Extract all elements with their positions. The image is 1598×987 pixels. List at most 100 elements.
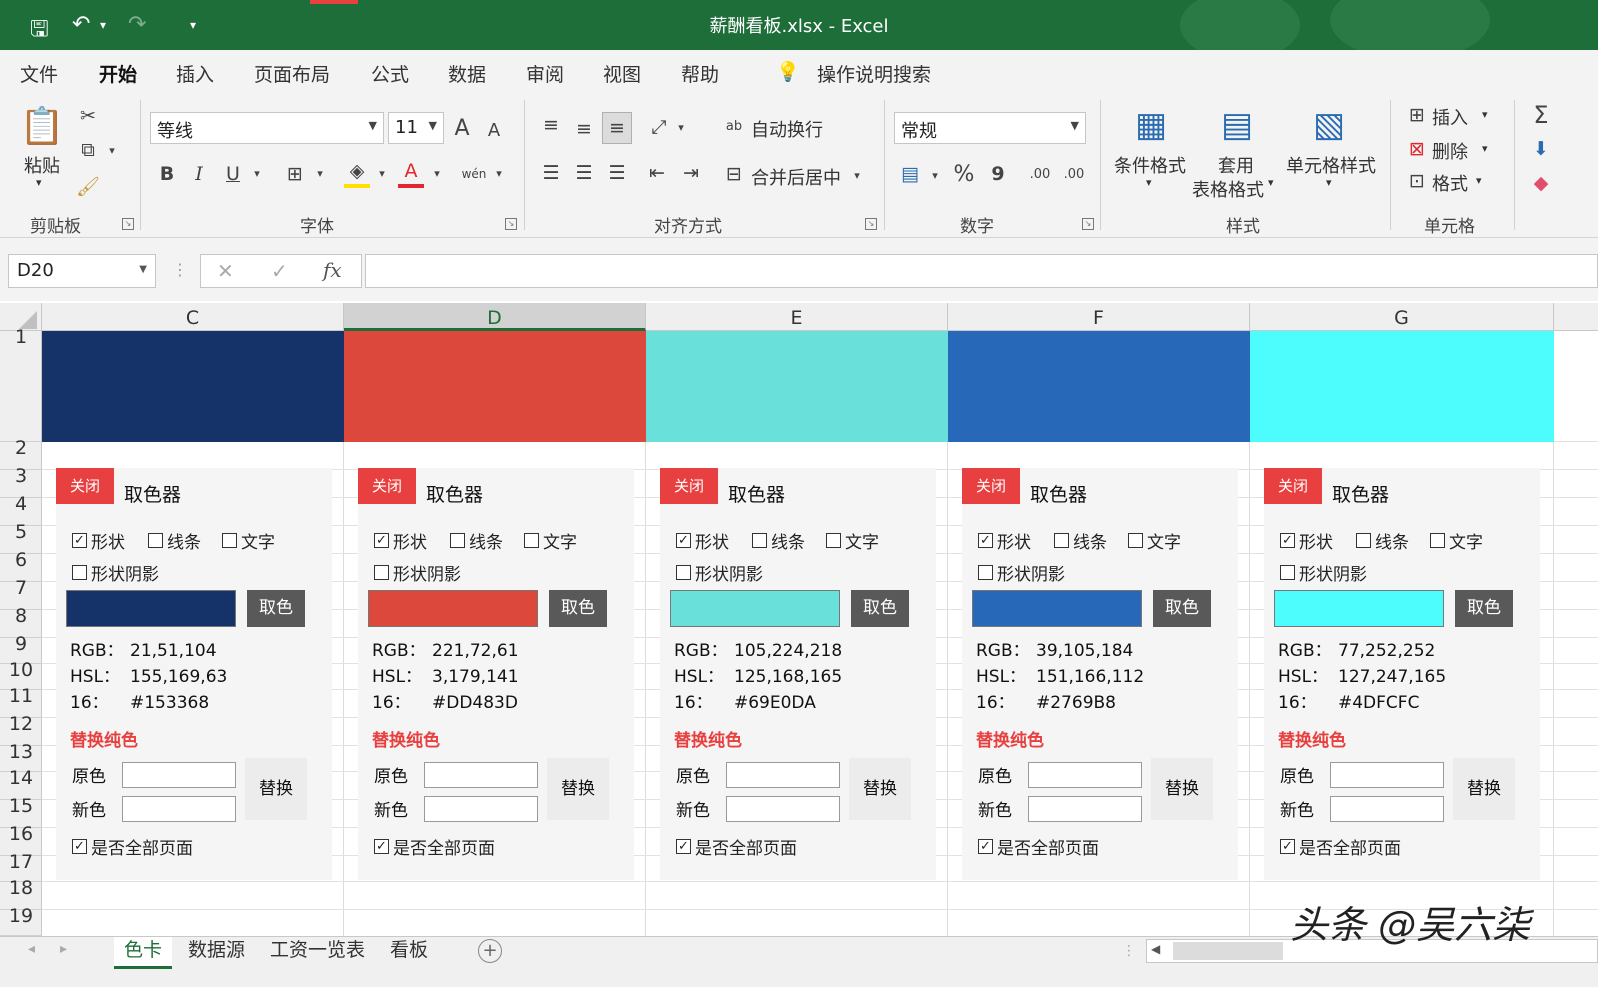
text-checkbox[interactable]: 文字 <box>826 528 879 553</box>
format-cells-button[interactable]: 格式 <box>1432 170 1468 196</box>
font-name-combo[interactable]: 等线 ▼ <box>150 112 384 144</box>
text-checkbox[interactable]: 文字 <box>1430 528 1483 553</box>
shape-checkbox[interactable]: ✓ 形状 <box>374 528 427 553</box>
insert-function-button[interactable]: fx <box>323 258 342 282</box>
orientation-icon[interactable]: ⤢ <box>646 114 672 140</box>
new-color-input[interactable] <box>1028 796 1142 822</box>
increase-decimal-button[interactable]: .00 <box>1026 160 1054 188</box>
tab-home[interactable]: 开始 <box>99 60 138 97</box>
paste-button[interactable]: 粘贴 <box>24 152 60 178</box>
text-checkbox[interactable]: 文字 <box>524 528 577 553</box>
line-checkbox[interactable]: 线条 <box>148 528 201 553</box>
insert-cells-button[interactable]: 插入 <box>1432 104 1468 130</box>
format-painter-icon[interactable]: 🖌 <box>76 174 100 198</box>
all-pages-checkbox[interactable]: ✓ 是否全部页面 <box>72 834 193 859</box>
align-bottom-icon[interactable]: ≡ <box>602 112 632 144</box>
decrease-decimal-button[interactable]: .00 <box>1060 160 1088 188</box>
alignment-launcher-icon[interactable]: ↘ <box>865 218 877 230</box>
cut-icon[interactable]: ✂ <box>76 104 100 128</box>
original-color-input[interactable] <box>1330 762 1444 788</box>
replace-button[interactable]: 替换 <box>245 758 307 820</box>
chevron-down-icon[interactable]: ▾ <box>1476 174 1482 187</box>
align-middle-icon[interactable]: ≡ <box>571 116 597 142</box>
original-color-input[interactable] <box>122 762 236 788</box>
new-color-input[interactable] <box>122 796 236 822</box>
chevron-down-icon[interactable]: ▾ <box>1482 108 1488 121</box>
shape-checkbox[interactable]: ✓ 形状 <box>978 528 1031 553</box>
close-button[interactable]: 关闭 <box>660 468 718 504</box>
chevron-down-icon[interactable]: ▾ <box>430 166 444 180</box>
tab-data[interactable]: 数据 <box>448 60 486 87</box>
all-pages-checkbox[interactable]: ✓ 是否全部页面 <box>374 834 495 859</box>
original-color-input[interactable] <box>424 762 538 788</box>
align-top-icon[interactable]: ≡ <box>538 112 564 138</box>
decrease-indent-icon[interactable]: ⇤ <box>644 160 670 186</box>
scroll-left-icon[interactable]: ◂ <box>28 941 35 957</box>
wrap-text-icon[interactable]: ab <box>722 114 746 138</box>
cell-styles-button[interactable]: 单元格样式 <box>1286 152 1376 178</box>
color-swatch-cell[interactable] <box>1250 331 1554 442</box>
color-swatch-cell[interactable] <box>646 331 948 442</box>
name-box[interactable]: D20 ▼ <box>8 254 156 288</box>
scroll-right-icon[interactable]: ▸ <box>60 941 67 957</box>
pick-color-button[interactable]: 取色 <box>851 590 909 627</box>
text-checkbox[interactable]: 文字 <box>222 528 275 553</box>
sheet-tab-color-card[interactable]: 色卡 <box>114 937 173 969</box>
number-format-combo[interactable]: 常规 ▼ <box>894 112 1086 144</box>
enter-icon[interactable]: ✓ <box>271 259 288 283</box>
shadow-checkbox[interactable]: 形状阴影 <box>72 560 159 585</box>
close-button[interactable]: 关闭 <box>358 468 416 504</box>
copy-icon[interactable]: ⧉ <box>76 138 100 162</box>
align-left-icon[interactable]: ☰ <box>538 160 564 186</box>
pick-color-button[interactable]: 取色 <box>1153 590 1211 627</box>
cancel-icon[interactable]: ✕ <box>217 259 234 283</box>
close-button[interactable]: 关闭 <box>1264 468 1322 504</box>
paste-dropdown-icon[interactable]: ▾ <box>36 176 42 189</box>
shadow-checkbox[interactable]: 形状阴影 <box>374 560 461 585</box>
phonetic-guide-icon[interactable]: wén <box>460 160 488 188</box>
color-swatch-cell[interactable] <box>948 331 1250 442</box>
autosum-button[interactable]: Σ <box>1528 100 1554 130</box>
tab-page-layout[interactable]: 页面布局 <box>254 60 330 87</box>
borders-icon[interactable]: ⊞ <box>282 160 308 188</box>
column-header-g[interactable]: G <box>1250 303 1554 331</box>
chevron-down-icon[interactable]: ▾ <box>1482 142 1488 155</box>
line-checkbox[interactable]: 线条 <box>752 528 805 553</box>
original-color-input[interactable] <box>1028 762 1142 788</box>
column-header-f[interactable]: F <box>948 303 1250 331</box>
chevron-down-icon[interactable]: ▾ <box>1146 176 1152 189</box>
replace-button[interactable]: 替换 <box>1151 758 1213 820</box>
font-size-combo[interactable]: 11 ▼ <box>388 112 444 144</box>
text-checkbox[interactable]: 文字 <box>1128 528 1181 553</box>
underline-button[interactable]: U <box>222 160 244 188</box>
sheet-tab-salary-list[interactable]: 工资一览表 <box>260 937 375 969</box>
scrollbar-thumb[interactable] <box>1173 942 1283 960</box>
original-color-input[interactable] <box>726 762 840 788</box>
color-swatch-cell[interactable] <box>344 331 646 442</box>
shadow-checkbox[interactable]: 形状阴影 <box>676 560 763 585</box>
pick-color-button[interactable]: 取色 <box>247 590 305 627</box>
replace-button[interactable]: 替换 <box>547 758 609 820</box>
replace-button[interactable]: 替换 <box>1453 758 1515 820</box>
clear-icon[interactable]: ◆ <box>1528 170 1554 196</box>
number-launcher-icon[interactable]: ↘ <box>1082 218 1094 230</box>
chevron-down-icon[interactable]: ▾ <box>1326 176 1332 189</box>
increase-indent-icon[interactable]: ⇥ <box>678 160 704 186</box>
tab-view[interactable]: 视图 <box>603 60 641 87</box>
all-pages-checkbox[interactable]: ✓ 是否全部页面 <box>676 834 797 859</box>
merge-center-button[interactable]: 合并后居中 <box>751 164 841 190</box>
tell-me-search[interactable]: 操作说明搜索 <box>817 60 931 87</box>
percent-button[interactable]: % <box>950 160 978 188</box>
cell-styles-icon[interactable]: ▧ <box>1306 102 1352 148</box>
add-sheet-icon[interactable]: + <box>478 939 502 963</box>
line-checkbox[interactable]: 线条 <box>1356 528 1409 553</box>
new-color-input[interactable] <box>424 796 538 822</box>
tab-help[interactable]: 帮助 <box>681 60 719 87</box>
column-header-c[interactable]: C <box>42 303 344 331</box>
format-as-table-button[interactable]: 套用 <box>1218 152 1254 178</box>
clipboard-launcher-icon[interactable]: ↘ <box>122 218 134 230</box>
chevron-down-icon[interactable]: ▾ <box>850 168 864 182</box>
format-as-table-label[interactable]: 表格格式 <box>1192 176 1264 202</box>
delete-cells-button[interactable]: 删除 <box>1432 138 1468 164</box>
chevron-down-icon[interactable]: ▾ <box>928 168 942 182</box>
